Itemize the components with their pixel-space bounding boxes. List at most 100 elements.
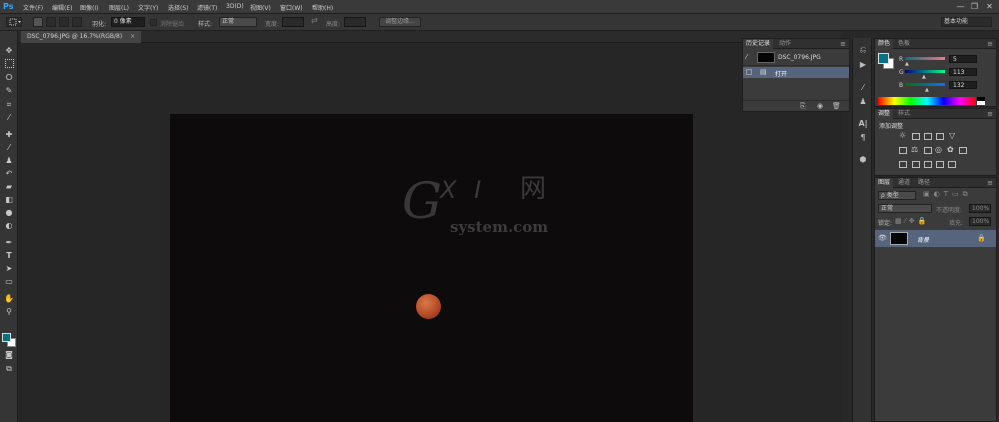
layer-filter-dropdown[interactable]: ρ 类型 xyxy=(878,191,916,200)
tab-paths[interactable]: 路径 xyxy=(915,178,933,188)
opacity-input[interactable]: 100% xyxy=(969,204,991,213)
green-value-input[interactable]: 113 xyxy=(949,68,977,76)
history-panel-icon[interactable]: ⎌ xyxy=(857,44,869,55)
paragraph-panel-icon[interactable]: ¶ xyxy=(857,132,869,143)
layer-filter-icons[interactable]: ▣◐T▭⧉ xyxy=(923,190,972,199)
color-spectrum-ramp[interactable] xyxy=(878,97,976,105)
foreground-color-swatch-top[interactable] xyxy=(2,333,11,342)
exposure-icon[interactable] xyxy=(936,133,944,140)
tab-swatches[interactable]: 色板 xyxy=(895,39,913,49)
brush-panel-icon[interactable]: ⁄ xyxy=(857,82,869,93)
green-slider-thumb-icon[interactable]: ▲ xyxy=(922,74,926,80)
dodge-tool-icon[interactable]: ◐ xyxy=(3,220,15,231)
subtract-selection-icon[interactable] xyxy=(59,17,69,27)
path-selection-tool-icon[interactable]: ➤ xyxy=(3,263,15,274)
menu-image[interactable]: 图像(I) xyxy=(80,3,98,12)
hue-saturation-icon[interactable] xyxy=(899,147,907,154)
zoom-tool-icon[interactable]: ⚲ xyxy=(3,306,15,317)
photo-filter-icon[interactable]: ◎ xyxy=(935,145,942,154)
rectangle-tool-icon[interactable]: ▭ xyxy=(3,276,15,287)
eraser-tool-icon[interactable]: ▰ xyxy=(3,181,15,192)
menu-filter[interactable]: 滤镜(T) xyxy=(197,3,217,12)
blur-tool-icon[interactable]: ● xyxy=(3,207,15,218)
blend-mode-dropdown[interactable]: 正常 xyxy=(878,204,932,213)
tab-actions[interactable]: 动作 xyxy=(776,39,794,49)
history-brush-tool-icon[interactable]: ↶ xyxy=(3,168,15,179)
move-tool-icon[interactable]: ✥ xyxy=(3,45,15,56)
add-selection-icon[interactable] xyxy=(46,17,56,27)
red-slider[interactable] xyxy=(905,57,945,60)
workspace-dropdown[interactable]: 基本功能 xyxy=(941,17,992,27)
marquee-tool-icon[interactable] xyxy=(5,59,14,68)
character-panel-icon[interactable]: A| xyxy=(857,118,869,129)
curves-icon[interactable] xyxy=(924,133,932,140)
layers-menu-icon[interactable]: ≡ xyxy=(987,178,993,188)
blue-slider[interactable] xyxy=(905,83,945,86)
marquee-preset-picker[interactable] xyxy=(6,17,22,27)
menu-type[interactable]: 文字(Y) xyxy=(138,3,158,12)
color-foreground-swatch[interactable] xyxy=(878,53,889,64)
clone-source-panel-icon[interactable]: ♟ xyxy=(857,96,869,107)
width-input[interactable] xyxy=(282,17,304,27)
adjustments-menu-icon[interactable]: ≡ xyxy=(987,109,993,119)
green-slider[interactable] xyxy=(905,70,945,73)
document-tab[interactable]: DSC_0796.JPG @ 16.7%(RGB/8) × xyxy=(21,31,142,43)
new-document-from-state-icon[interactable]: ⎘ xyxy=(800,102,806,111)
delete-state-icon[interactable]: 🗑 xyxy=(832,102,841,110)
menu-select[interactable]: 选择(S) xyxy=(168,3,189,12)
close-document-icon[interactable]: × xyxy=(130,33,135,40)
intersect-selection-icon[interactable] xyxy=(72,17,82,27)
channel-mixer-icon[interactable]: ✿ xyxy=(947,145,954,154)
swap-dimensions-icon[interactable]: ⇄ xyxy=(311,16,318,25)
history-step-row[interactable]: ▤ 打开 xyxy=(743,67,849,78)
color-balance-icon[interactable]: ⚖ xyxy=(911,145,918,154)
posterize-icon[interactable] xyxy=(912,161,920,168)
screen-mode-icon[interactable]: ⧉ xyxy=(3,363,15,374)
actions-panel-icon[interactable]: ▶ xyxy=(857,59,869,70)
properties-panel-icon[interactable]: ⬢ xyxy=(857,154,869,165)
refine-edge-button[interactable]: 调整边缘... xyxy=(379,17,421,27)
blue-value-input[interactable]: 132 xyxy=(949,81,977,89)
tab-adjustments[interactable]: 调整 xyxy=(875,109,894,119)
tab-channels[interactable]: 通道 xyxy=(895,178,913,188)
gradient-map-icon[interactable] xyxy=(936,161,944,168)
tab-styles[interactable]: 样式 xyxy=(895,109,913,119)
pen-tool-icon[interactable]: ✒ xyxy=(3,237,15,248)
menu-edit[interactable]: 编辑(E) xyxy=(52,3,72,12)
color-lookup-icon[interactable] xyxy=(959,147,967,154)
menu-layer[interactable]: 图层(L) xyxy=(109,3,129,12)
menu-view[interactable]: 视图(V) xyxy=(250,3,271,12)
clone-stamp-tool-icon[interactable]: ♟ xyxy=(3,155,15,166)
black-white-icon[interactable] xyxy=(924,147,932,154)
new-snapshot-icon[interactable]: ◉ xyxy=(817,102,823,110)
lock-icons[interactable]: ▦⁄✥🔒 xyxy=(895,217,929,225)
visibility-eye-icon[interactable]: 👁 xyxy=(878,234,887,242)
eyedropper-tool-icon[interactable]: ⁄ xyxy=(3,112,15,123)
menu-help[interactable]: 帮助(H) xyxy=(312,3,333,12)
paint-bucket-tool-icon[interactable]: ◧ xyxy=(3,194,15,205)
brightness-contrast-icon[interactable]: ☼ xyxy=(899,131,906,140)
height-input[interactable] xyxy=(344,17,366,27)
threshold-icon[interactable] xyxy=(924,161,932,168)
red-slider-thumb-icon[interactable]: ▲ xyxy=(905,61,909,67)
menu-3d[interactable]: 3D(D) xyxy=(226,3,244,10)
crop-tool-icon[interactable]: ⌗ xyxy=(3,99,15,110)
quick-select-tool-icon[interactable]: ✎ xyxy=(3,85,15,96)
tab-layers[interactable]: 图层 xyxy=(875,178,894,188)
color-menu-icon[interactable]: ≡ xyxy=(987,39,993,49)
menu-window[interactable]: 窗口(W) xyxy=(280,3,303,12)
layer-row-background[interactable]: 👁 背景 🔒 xyxy=(875,230,996,247)
menu-file[interactable]: 文件(F) xyxy=(23,3,43,12)
document-canvas[interactable] xyxy=(170,114,693,422)
levels-icon[interactable] xyxy=(912,133,920,140)
style-dropdown[interactable]: 正常 xyxy=(219,17,257,27)
selective-color-icon[interactable] xyxy=(948,161,956,168)
healing-brush-tool-icon[interactable]: ✚ xyxy=(3,129,15,140)
antialias-checkbox[interactable] xyxy=(150,19,157,26)
tab-color[interactable]: 颜色 xyxy=(875,39,894,49)
feather-input[interactable]: 0 像素 xyxy=(111,17,145,27)
restore-button[interactable]: ❐ xyxy=(970,2,979,11)
invert-icon[interactable] xyxy=(899,161,907,168)
hand-tool-icon[interactable]: ✋ xyxy=(3,293,15,304)
lasso-tool-icon[interactable]: ⵔ xyxy=(3,72,15,83)
